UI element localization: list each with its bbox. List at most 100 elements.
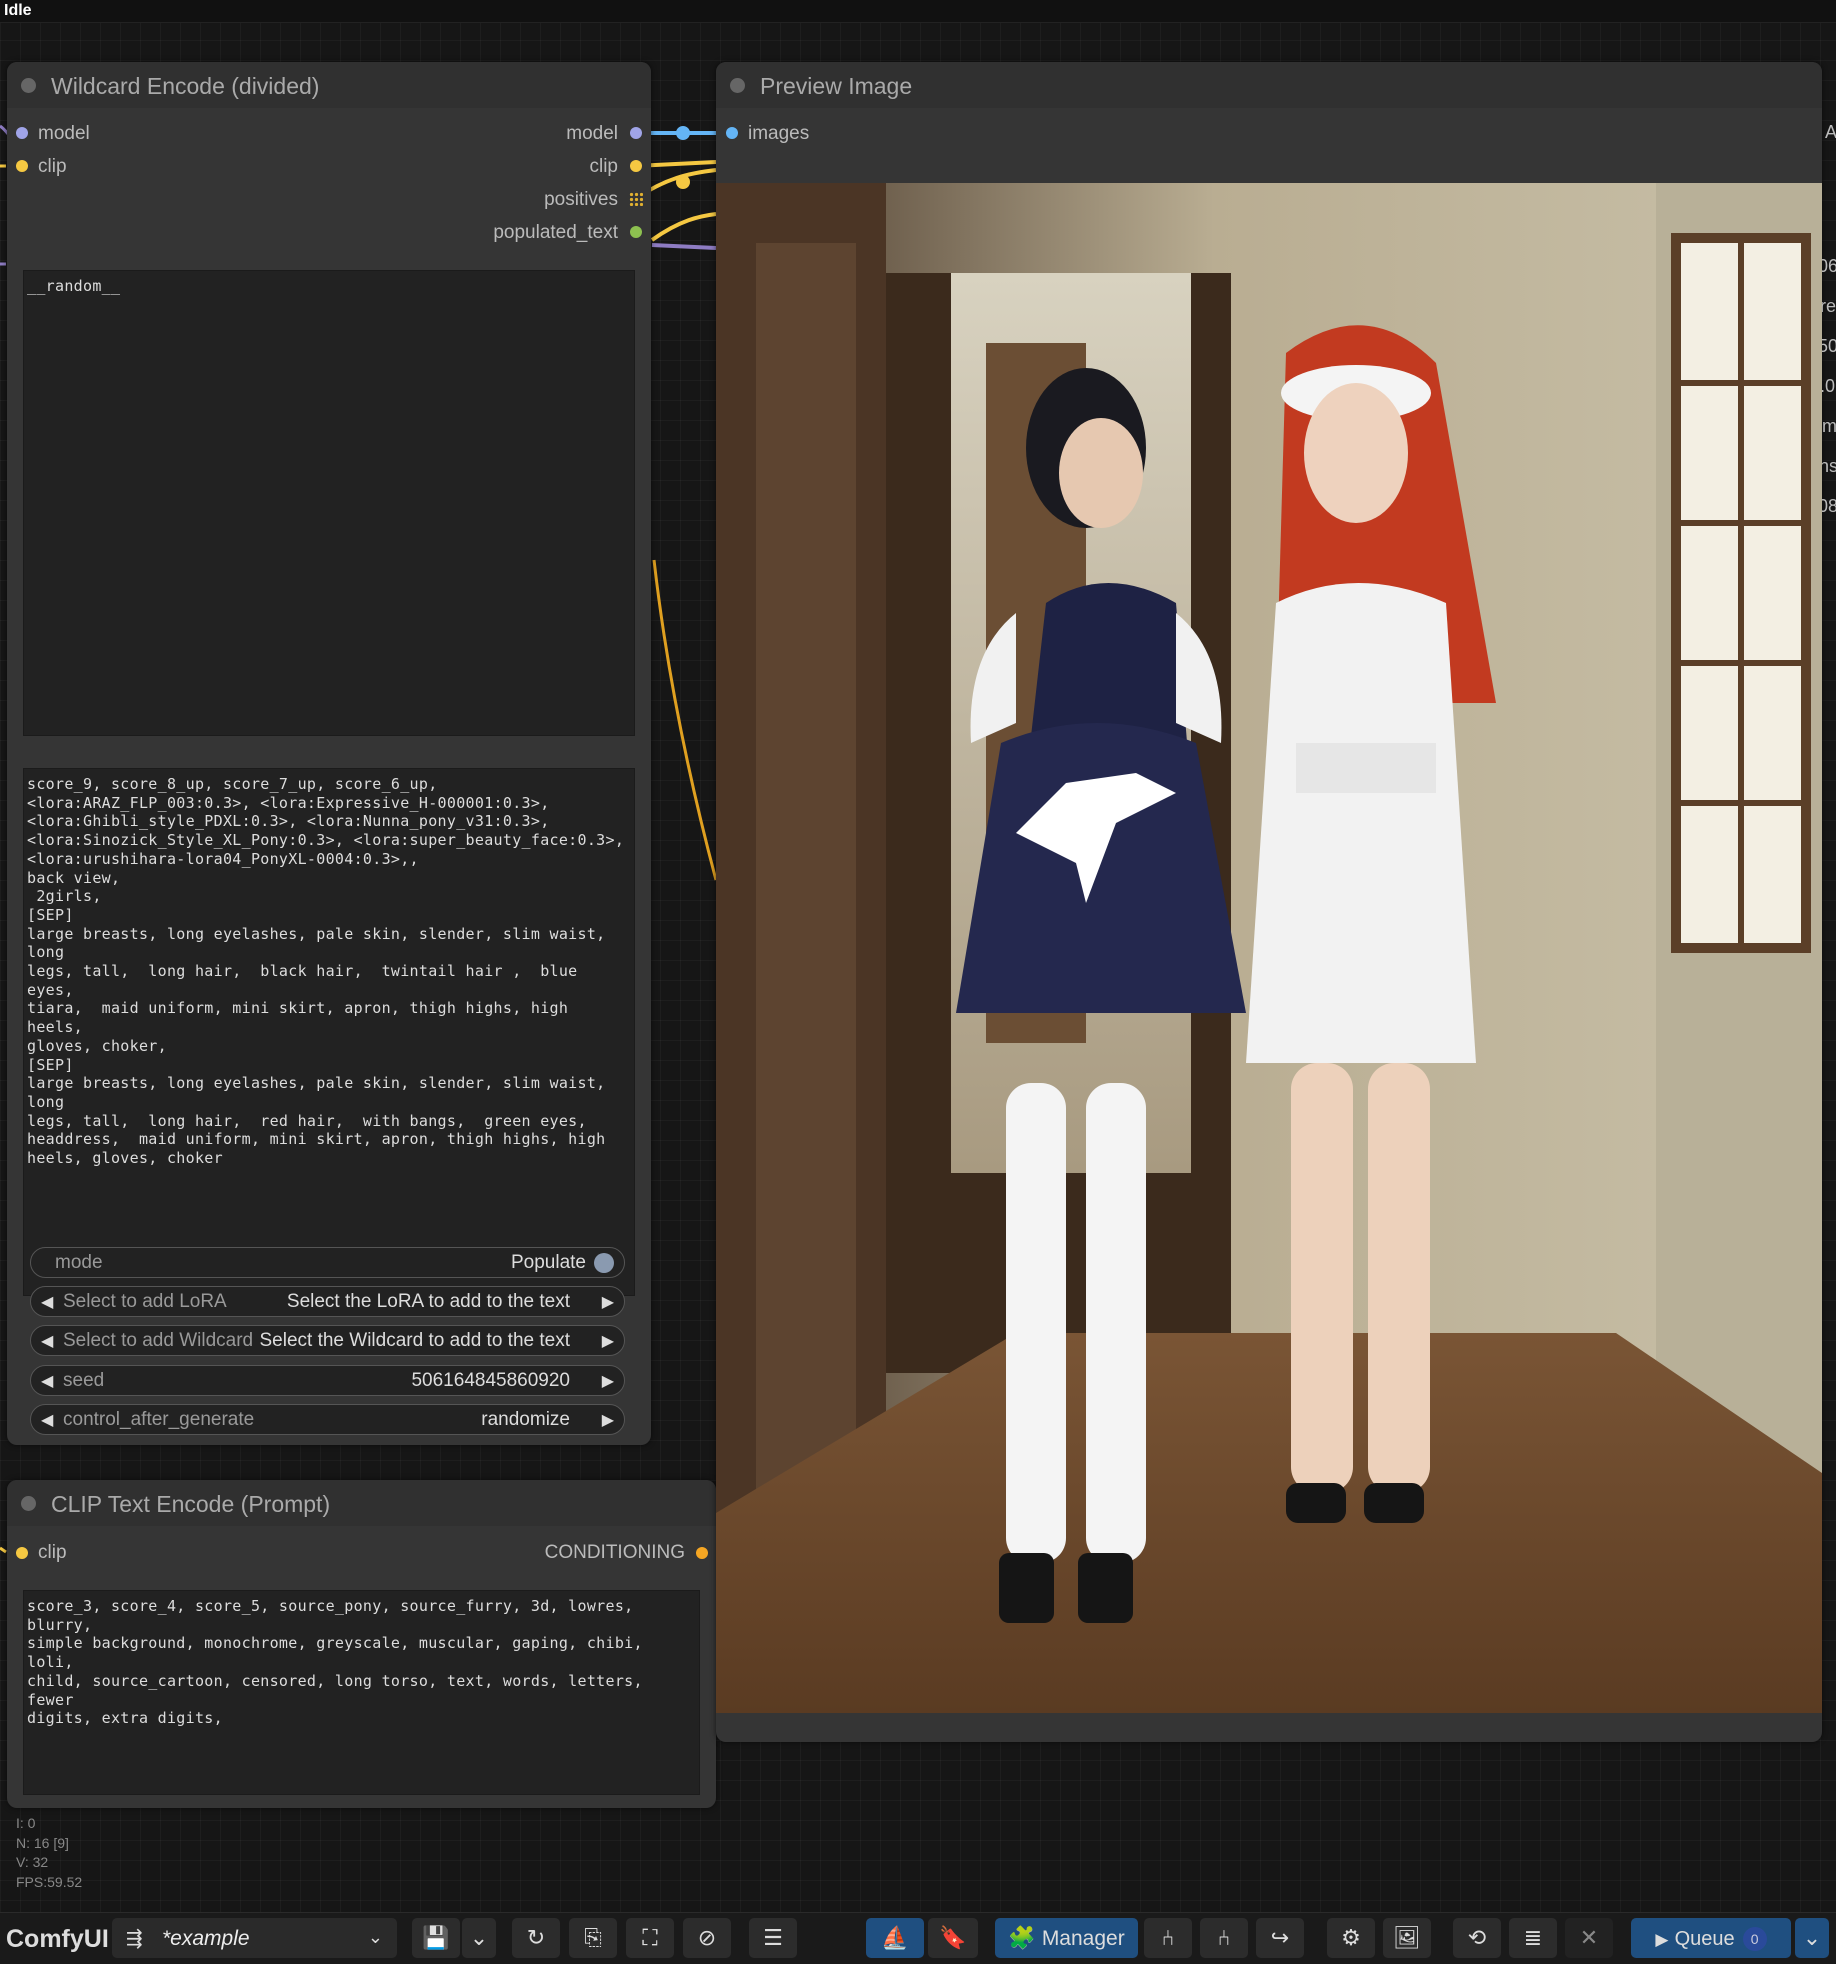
sailboat-icon: ⛵ bbox=[881, 1925, 909, 1950]
fragment-text: 08 bbox=[1822, 496, 1836, 516]
refresh-icon: ↻ bbox=[526, 1925, 546, 1950]
populated-text-input[interactable]: score_9, score_8_up, score_7_up, score_6… bbox=[23, 768, 635, 1296]
save-dropdown-button[interactable]: ⌄ bbox=[462, 1918, 496, 1958]
wildcard-select-label: Select to add Wildcard bbox=[63, 1330, 254, 1351]
collapse-dot-icon[interactable] bbox=[21, 78, 36, 93]
clip-prompt-text-input[interactable]: score_3, score_4, score_5, source_pony, … bbox=[23, 1590, 700, 1795]
node-title-bar[interactable]: CLIP Text Encode (Prompt) bbox=[7, 1480, 716, 1526]
workflow-selector[interactable]: ⇶ *example ⌄ bbox=[112, 1918, 397, 1958]
play-icon: ▶ bbox=[1655, 1930, 1669, 1949]
workflow-a-button[interactable]: ⑃ bbox=[1144, 1918, 1192, 1958]
queue-button[interactable]: ▶ Queue 0 bbox=[1631, 1918, 1791, 1958]
collapse-dot-icon[interactable] bbox=[730, 78, 745, 93]
fragment-text: A bbox=[1825, 122, 1836, 142]
comfyui-logo: ComfyUI bbox=[6, 1925, 109, 1953]
arrow-right-icon[interactable]: ▶ bbox=[602, 1410, 614, 1430]
gallery-button[interactable]: 🖼 bbox=[1383, 1918, 1431, 1958]
input-clip-dot-icon[interactable] bbox=[16, 1547, 28, 1559]
close-button[interactable]: ✕ bbox=[1565, 1918, 1613, 1958]
wildcard-text-input[interactable]: __random__ bbox=[23, 270, 635, 736]
input-clip-dot-icon[interactable] bbox=[16, 160, 28, 172]
puzzle-icon: 🧩 bbox=[1008, 1925, 1036, 1950]
history-list-button[interactable]: ☰ bbox=[749, 1918, 797, 1958]
wildcard-select-combo[interactable]: ◀ Select to add Wildcard Select the Wild… bbox=[30, 1325, 625, 1356]
manager-label: Manager bbox=[1041, 1927, 1125, 1950]
stat-line: N: 16 [9] bbox=[16, 1834, 69, 1851]
arrow-right-icon[interactable]: ▶ bbox=[602, 1292, 614, 1312]
fragment-text: .0 bbox=[1822, 376, 1836, 396]
refresh-button[interactable]: ↻ bbox=[512, 1918, 560, 1958]
wildcard-encode-node[interactable]: Wildcard Encode (divided) model clip mod… bbox=[7, 62, 651, 1445]
fragment-text: ns bbox=[1822, 456, 1836, 476]
manager-button[interactable]: 🧩 Manager bbox=[995, 1918, 1138, 1958]
bookmark-icon: 🔖 bbox=[939, 1925, 967, 1950]
output-model-dot-icon[interactable] bbox=[630, 127, 642, 139]
lora-select-value: Select the LoRA to add to the text bbox=[286, 1291, 570, 1312]
queue-label: Queue bbox=[1674, 1928, 1735, 1950]
output-conditioning-dot-icon[interactable] bbox=[696, 1547, 708, 1559]
lora-select-combo[interactable]: ◀ Select to add LoRA Select the LoRA to … bbox=[30, 1286, 625, 1317]
chevron-down-icon: ⌄ bbox=[1802, 1925, 1822, 1950]
chevron-down-icon: ⌄ bbox=[469, 1925, 489, 1950]
workflow-name: *example bbox=[162, 1927, 250, 1950]
share-arrow-icon: ↪ bbox=[1270, 1925, 1290, 1950]
arrow-left-icon[interactable]: ◀ bbox=[41, 1331, 53, 1351]
arrow-right-icon[interactable]: ▶ bbox=[602, 1371, 614, 1391]
offscreen-node-fragment: A 06 re 50 .0 m ns 08 bbox=[1822, 122, 1836, 922]
fragment-text: 50 bbox=[1822, 336, 1836, 356]
preview-image[interactable] bbox=[716, 183, 1822, 1713]
input-clip-label: clip bbox=[38, 1542, 67, 1563]
collapse-dot-icon[interactable] bbox=[21, 1496, 36, 1511]
fragment-text: m bbox=[1822, 416, 1836, 436]
arrow-left-icon[interactable]: ◀ bbox=[41, 1371, 53, 1391]
sail-button[interactable]: ⛵ bbox=[866, 1918, 924, 1958]
bookmark-button[interactable]: 🔖 bbox=[928, 1918, 978, 1958]
output-model-label: model bbox=[566, 123, 618, 144]
output-positives-grid-icon[interactable] bbox=[629, 192, 643, 206]
input-model-dot-icon[interactable] bbox=[16, 127, 28, 139]
mode-toggle[interactable]: mode Populate bbox=[30, 1247, 625, 1278]
ban-icon: ⊘ bbox=[697, 1925, 717, 1950]
preview-image-node[interactable]: Preview Image images bbox=[716, 62, 1822, 1742]
share-icon[interactable]: ⇶ bbox=[126, 1926, 143, 1951]
queue-list-button[interactable]: ≣ bbox=[1509, 1918, 1557, 1958]
history-icon: ⟲ bbox=[1467, 1925, 1487, 1950]
arrow-left-icon[interactable]: ◀ bbox=[41, 1410, 53, 1430]
output-populated-text-label: populated_text bbox=[493, 222, 618, 243]
stat-line: V: 32 bbox=[16, 1854, 49, 1870]
list-icon: ☰ bbox=[763, 1925, 783, 1950]
control-after-generate-combo[interactable]: ◀ control_after_generate randomize ▶ bbox=[30, 1404, 625, 1435]
fragment-text: re bbox=[1822, 296, 1836, 316]
arrow-right-icon[interactable]: ▶ bbox=[602, 1331, 614, 1351]
output-populated-text-dot-icon[interactable] bbox=[630, 226, 642, 238]
clear-button[interactable]: ⊘ bbox=[683, 1918, 731, 1958]
workflow-b-button[interactable]: ⑃ bbox=[1200, 1918, 1248, 1958]
node-title: Preview Image bbox=[760, 73, 913, 99]
node-graph-icon: ⑃ bbox=[1217, 1925, 1231, 1950]
stat-line: FPS:59.52 bbox=[16, 1873, 83, 1890]
node-title-bar[interactable]: Wildcard Encode (divided) bbox=[7, 62, 651, 108]
clipspace-button[interactable]: ⎘ bbox=[569, 1918, 617, 1958]
node-title-bar[interactable]: Preview Image bbox=[716, 62, 1822, 108]
output-clip-dot-icon[interactable] bbox=[630, 160, 642, 172]
fit-view-button[interactable]: ⛶ bbox=[626, 1918, 674, 1958]
share-arrow-button[interactable]: ↪ bbox=[1256, 1918, 1304, 1958]
chevron-down-icon[interactable]: ⌄ bbox=[368, 1927, 383, 1948]
bottom-menu-bar: ComfyUI ⇶ *example ⌄ 💾 ⌄ ↻ ⎘ ⛶ ⊘ ☰ ⛵ 🔖 🧩… bbox=[0, 1912, 1836, 1964]
seed-number-widget[interactable]: ◀ seed 506164845860920 ▶ bbox=[30, 1365, 625, 1396]
history-button[interactable]: ⟲ bbox=[1453, 1918, 1501, 1958]
fit-view-icon: ⛶ bbox=[642, 1925, 658, 1950]
arrow-left-icon[interactable]: ◀ bbox=[41, 1292, 53, 1312]
queue-options-button[interactable]: ⌄ bbox=[1795, 1918, 1829, 1958]
output-positives-label: positives bbox=[544, 189, 618, 210]
clip-text-encode-node[interactable]: CLIP Text Encode (Prompt) clip CONDITION… bbox=[7, 1480, 716, 1808]
save-button[interactable]: 💾 bbox=[412, 1918, 460, 1958]
input-images-dot-icon[interactable] bbox=[726, 127, 738, 139]
save-icon: 💾 bbox=[422, 1925, 450, 1950]
toggle-knob-icon[interactable] bbox=[594, 1253, 614, 1273]
control-after-generate-value: randomize bbox=[481, 1409, 570, 1430]
input-images-label: images bbox=[748, 123, 810, 144]
control-after-generate-label: control_after_generate bbox=[63, 1409, 255, 1430]
output-conditioning-label: CONDITIONING bbox=[544, 1542, 685, 1563]
settings-button[interactable]: ⚙ bbox=[1327, 1918, 1375, 1958]
